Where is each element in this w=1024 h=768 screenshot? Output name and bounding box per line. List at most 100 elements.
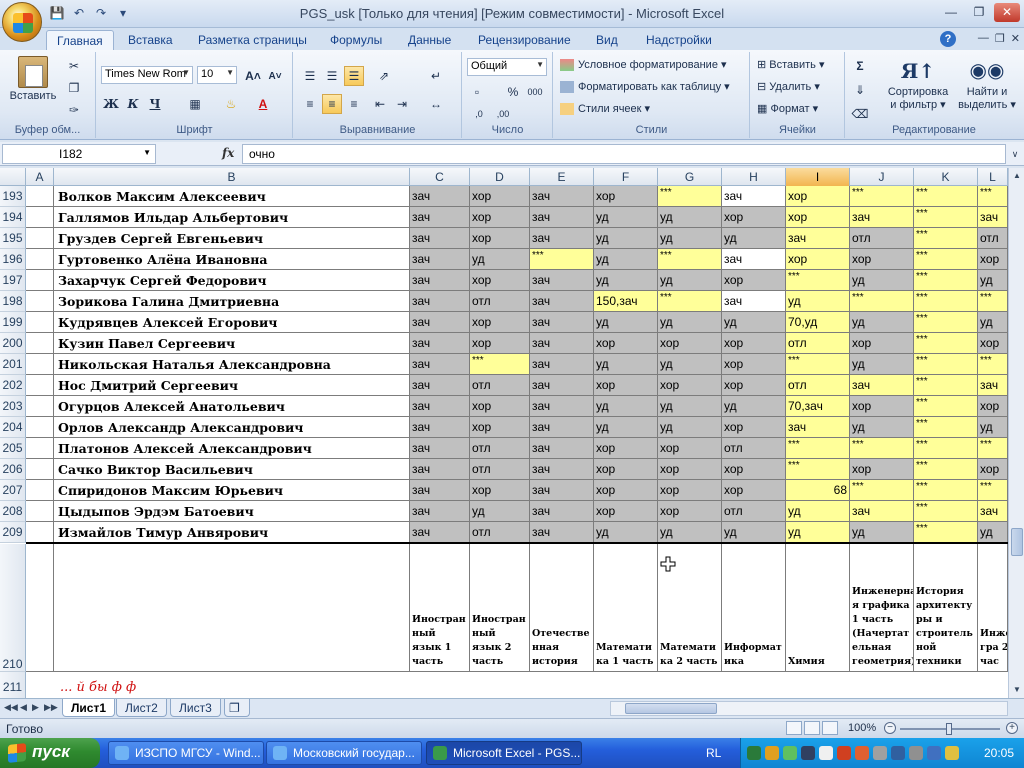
grade-cell[interactable]: *** [914,312,978,333]
grade-cell[interactable]: хор [594,375,658,396]
grade-cell[interactable]: уд [658,522,722,543]
number-format-select[interactable]: Общий ▼ [467,58,547,76]
grade-cell[interactable]: отл [470,375,530,396]
grade-cell[interactable]: уд [594,417,658,438]
grade-cell[interactable]: уд [978,270,1008,291]
grade-cell[interactable]: *** [914,354,978,375]
align-middle-icon[interactable]: ☰ [322,66,342,86]
grade-cell[interactable]: хор [786,186,850,207]
zoom-slider[interactable] [900,723,1000,735]
format-painter-icon[interactable]: ✑ [64,100,84,120]
grade-cell[interactable]: зач [850,501,914,522]
grade-cell[interactable]: отл [786,333,850,354]
row-header[interactable]: 206 [0,459,26,480]
select-all-corner[interactable] [0,168,26,186]
cell[interactable] [26,417,54,438]
cell[interactable] [26,396,54,417]
student-name-cell[interactable]: Цыдыпов Эрдэм Батоевич [54,501,410,522]
shrink-font-icon[interactable]: A˅ [265,66,285,86]
tab-formulas[interactable]: Формулы [320,30,392,50]
grade-cell[interactable]: зач [410,249,470,270]
grade-cell[interactable]: зач [410,459,470,480]
row-header[interactable]: 207 [0,480,26,501]
merge-center-icon[interactable]: ↔ [426,94,446,114]
grade-cell[interactable]: уд [978,417,1008,438]
orientation-icon[interactable]: ⇗ [374,66,394,86]
cell[interactable] [26,333,54,354]
column-header-i[interactable]: I [786,168,850,186]
increase-indent-icon[interactable]: ⇥ [392,94,412,114]
grade-cell[interactable]: зач [410,354,470,375]
grade-cell[interactable]: уд [594,249,658,270]
vertical-scroll-thumb[interactable] [1011,528,1023,556]
grade-cell[interactable]: зач [410,207,470,228]
tray-app-icon[interactable] [801,746,815,760]
paste-button[interactable]: Вставить [6,56,60,102]
grade-cell[interactable]: хор [786,207,850,228]
tab-page-layout[interactable]: Разметка страницы [188,30,317,50]
student-name-cell[interactable]: Кудрявцев Алексей Егорович [54,312,410,333]
scroll-up-icon[interactable]: ▲ [1009,168,1024,184]
grade-cell[interactable]: хор [722,375,786,396]
vertical-scrollbar[interactable]: ▲ ▼ [1008,168,1024,698]
grade-cell[interactable]: хор [978,396,1008,417]
tray-app-icon[interactable] [819,746,833,760]
grade-cell[interactable]: хор [594,438,658,459]
grade-cell[interactable]: 70,зач [786,396,850,417]
row-header[interactable]: 199 [0,312,26,333]
grade-cell[interactable]: уд [658,270,722,291]
grade-cell[interactable]: хор [722,333,786,354]
cell[interactable] [26,459,54,480]
grade-cell[interactable]: хор [658,480,722,501]
grade-cell[interactable]: зач [410,270,470,291]
format-as-table-button[interactable]: Форматировать как таблицу ▾ [560,80,730,94]
format-cells-button[interactable]: ▦ Формат ▾ [757,102,818,115]
grade-cell[interactable]: зач [410,333,470,354]
grade-cell[interactable]: хор [978,459,1008,480]
row-header[interactable]: 200 [0,333,26,354]
grade-cell[interactable]: *** [530,249,594,270]
column-header-g[interactable]: G [658,168,722,186]
grade-cell[interactable]: отл [722,438,786,459]
tab-addins[interactable]: Надстройки [636,30,722,50]
grade-cell[interactable]: уд [850,312,914,333]
grade-cell[interactable]: 68 [786,480,850,501]
insert-cells-button[interactable]: ⊞ Вставить ▾ [757,58,825,71]
grade-cell[interactable]: уд [658,228,722,249]
grade-cell[interactable]: уд [658,354,722,375]
student-name-cell[interactable]: Захарчук Сергей Федорович [54,270,410,291]
align-left-icon[interactable]: ≡ [300,94,320,114]
grade-cell[interactable]: уд [850,270,914,291]
tray-app-icon[interactable] [891,746,905,760]
grade-cell[interactable]: хор [978,249,1008,270]
tray-app-icon[interactable] [747,746,761,760]
column-header-b[interactable]: B [54,168,410,186]
grade-cell[interactable]: отл [786,375,850,396]
scroll-down-icon[interactable]: ▼ [1009,682,1024,698]
fill-icon[interactable]: ⇓ [850,80,870,100]
grade-cell[interactable]: зач [410,438,470,459]
grade-cell[interactable]: *** [658,186,722,207]
normal-view-icon[interactable] [786,721,802,735]
grade-cell[interactable]: уд [594,522,658,543]
grade-cell[interactable]: 70,уд [786,312,850,333]
row-header[interactable]: 205 [0,438,26,459]
student-name-cell[interactable]: Кузин Павел Сергеевич [54,333,410,354]
row-header[interactable]: 193 [0,186,26,207]
column-header-e[interactable]: E [530,168,594,186]
tab-data[interactable]: Данные [398,30,461,50]
subject-header-cell[interactable]: Иностран ный язык 1 часть [410,544,470,672]
grade-cell[interactable]: хор [850,333,914,354]
grade-cell[interactable]: уд [470,501,530,522]
insert-sheet-icon[interactable]: ❐ [224,699,250,717]
font-name-select[interactable]: Times New Rom ▼ [101,66,193,84]
grade-cell[interactable]: зач [530,438,594,459]
grade-cell[interactable]: уд [658,417,722,438]
page-layout-view-icon[interactable] [804,721,820,735]
grade-cell[interactable]: *** [914,396,978,417]
italic-icon[interactable]: К [123,94,143,114]
grow-font-icon[interactable]: A˄ [243,66,263,86]
font-size-select[interactable]: 10 ▼ [197,66,237,84]
student-name-cell[interactable]: Сачко Виктор Васильевич [54,459,410,480]
cell[interactable] [26,438,54,459]
